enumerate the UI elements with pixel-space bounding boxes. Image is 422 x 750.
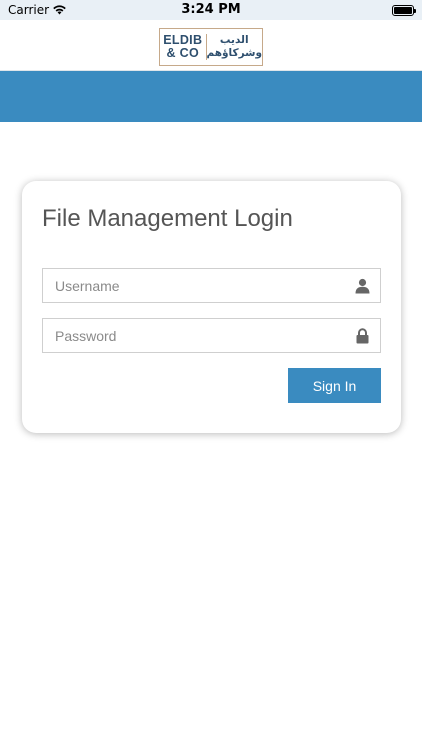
clock: 3:24 PM: [181, 2, 241, 17]
battery-icon: [392, 5, 416, 16]
logo-arabic-line1: الديب: [219, 34, 249, 46]
username-field: [42, 268, 381, 303]
password-field: [42, 318, 381, 353]
username-input[interactable]: [43, 269, 380, 302]
status-bar: Carrier 3:24 PM: [0, 0, 422, 20]
lock-icon: [356, 328, 369, 344]
logo-arabic-line2: وشركاؤهم: [206, 47, 262, 59]
login-card: File Management Login Sign In: [22, 181, 401, 433]
sign-in-button[interactable]: Sign In: [288, 368, 381, 403]
password-input[interactable]: [43, 319, 380, 352]
blue-banner: [0, 71, 422, 122]
user-icon: [355, 278, 370, 294]
logo-english-line2: & CO: [166, 46, 199, 60]
logo-arabic: الديب وشركاؤهم: [207, 34, 262, 60]
login-title: File Management Login: [42, 205, 293, 232]
company-logo: ELDIB & CO الديب وشركاؤهم: [159, 28, 263, 66]
app-header: ELDIB & CO الديب وشركاؤهم: [0, 20, 422, 71]
logo-english: ELDIB & CO: [160, 34, 206, 60]
